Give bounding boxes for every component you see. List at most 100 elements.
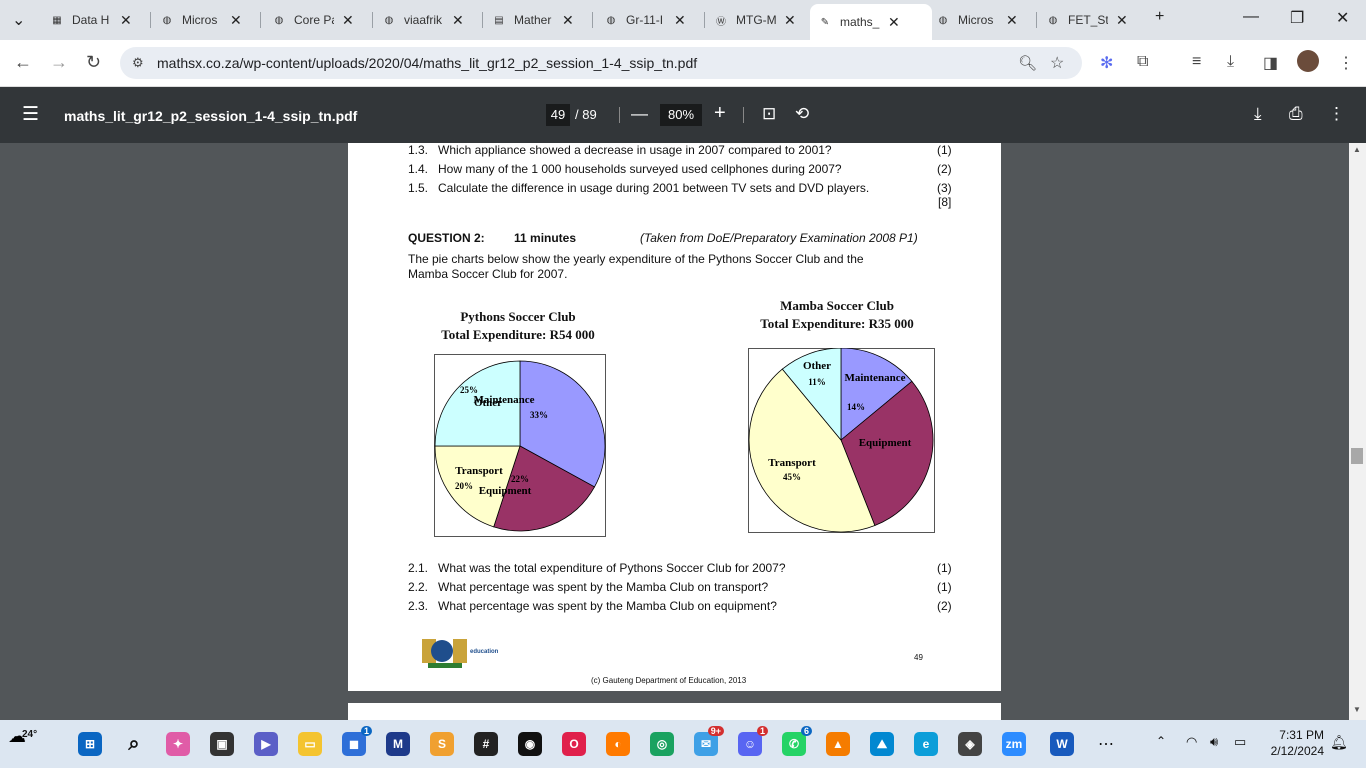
globe-icon: ◍ [162,14,172,26]
zoom-in-icon[interactable]: + [714,102,726,125]
bookmark-star-icon[interactable]: ☆ [1050,53,1064,73]
question-mark: (2) [937,599,952,613]
tab-close-icon[interactable]: ✕ [230,12,242,29]
battery-icon[interactable]: ▭ [1234,734,1246,750]
new-tab-icon[interactable]: + [1155,8,1164,26]
forward-icon[interactable]: → [50,52,68,73]
opera-icon[interactable]: O [562,732,586,756]
restore-icon[interactable]: ❐ [1290,8,1304,28]
taskbar-overflow-icon[interactable]: ⋯ [1098,734,1114,754]
rotate-icon[interactable]: ⟲ [795,104,809,124]
minimize-icon[interactable]: — [1243,8,1259,26]
app-ring-icon[interactable]: ◈ [958,732,982,756]
tab-2[interactable]: ◍ Micros ✕ [160,6,242,34]
tab-close-icon[interactable]: ✕ [888,14,900,31]
tab-close-icon[interactable]: ✕ [120,12,132,29]
copilot-icon[interactable]: ✦ [166,732,190,756]
tab-label: MTG-M [736,13,776,27]
pdf-icon: ✎ [820,16,830,28]
page-number-input[interactable]: 49 [546,104,570,126]
app-s-icon[interactable]: S [430,732,454,756]
scroll-up-icon[interactable]: ▲ [1353,145,1361,154]
tab-close-icon[interactable]: ✕ [784,12,796,29]
tab-8[interactable]: ✎ maths_ ✕ [810,4,932,40]
start-button[interactable]: ⊞ [78,732,102,756]
zoom-out-icon[interactable]: — [631,104,648,124]
mamba-pie-chart: Maintenance 14% Equipment Transport 45% Other… [748,348,935,533]
word-icon[interactable]: W [1050,732,1074,756]
app-slack-icon[interactable]: # [474,732,498,756]
tab-close-icon[interactable]: ✕ [562,12,574,29]
pdf-scrollbar[interactable]: ▲ ▼ [1349,143,1366,720]
extensions-icon[interactable]: ⧉ [1137,53,1148,71]
pie-label-equipment: Equipment [479,485,532,497]
whatsapp-icon[interactable]: ✆ 6 [782,726,812,756]
tab-7[interactable]: Ⓦ MTG-M ✕ [714,6,796,34]
pythons-pie-chart: Maintenance33%Equipment22%Transport20%Ot… [434,354,606,537]
tab-close-icon[interactable]: ✕ [674,12,686,29]
wifi-icon[interactable]: ◠ [1186,734,1197,750]
app-m-icon[interactable]: M [386,732,410,756]
globe-icon: ◍ [384,14,394,26]
tab-4[interactable]: ◍ viaafrik ✕ [382,6,464,34]
scroll-down-icon[interactable]: ▼ [1353,705,1361,714]
tab-close-icon[interactable]: ✕ [1006,12,1018,29]
tab-separator [482,12,483,28]
side-panel-icon[interactable]: ◨ [1263,53,1278,73]
profile-avatar[interactable] [1297,50,1319,72]
chrome-menu-icon[interactable]: ⋮ [1338,53,1354,73]
tab-close-icon[interactable]: ✕ [1116,12,1128,29]
photos-icon[interactable]: ⛰ [870,732,894,756]
system-clock[interactable]: 7:31 PM 2/12/2024 [1262,728,1324,758]
tab-6[interactable]: ◍ Gr-11-I ✕ [604,6,686,34]
volume-icon[interactable]: 🔊︎ [1210,734,1218,750]
reading-list-icon[interactable]: ≡ [1192,53,1201,71]
site-info-icon[interactable]: ⚙ [132,55,144,71]
tab-separator [260,12,261,28]
print-icon[interactable]: ⎙ [1289,104,1303,124]
url-text[interactable]: mathsx.co.za/wp-content/uploads/2020/04/… [157,55,697,71]
page-total: / 89 [575,107,597,122]
clock-time: 7:31 PM [1279,728,1324,742]
pdf-download-icon[interactable]: ⤓ [1254,104,1262,124]
teams-icon[interactable]: ▶ [254,732,278,756]
zoom-input[interactable]: 80% [660,104,702,126]
firefox-icon[interactable]: ◐ [606,732,630,756]
github-icon[interactable]: ◉ [518,732,542,756]
tab-3[interactable]: ◍ Core Pa ✕ [272,6,354,34]
store-icon[interactable]: ◼ 1 [342,726,372,756]
chrome-icon[interactable]: ◎ [650,732,674,756]
discord-icon[interactable]: ☺ 1 [738,726,768,756]
file-explorer-icon[interactable]: ▭ [298,732,322,756]
fit-page-icon[interactable]: ⊡ [762,104,776,124]
tab-label: Mather [514,13,552,27]
tab-search-icon[interactable]: ⌄ [12,10,25,30]
tray-chevron-icon[interactable]: ⌃ [1156,734,1166,748]
logo-text: education [470,649,499,655]
vlc-icon[interactable]: ▲ [826,732,850,756]
reload-icon[interactable]: ↻ [86,52,101,73]
pdf-more-icon[interactable]: ⋮ [1328,104,1345,124]
tab-9[interactable]: ◍ Micros ✕ [936,6,1018,34]
extension-puzzle-gemini-icon[interactable]: ✻ [1100,53,1113,73]
tab-1[interactable]: ▦ Data H ✕ [50,6,132,34]
tab-close-icon[interactable]: ✕ [452,12,464,29]
address-bar[interactable]: ⚙ mathsx.co.za/wp-content/uploads/2020/0… [120,47,1082,79]
zoom-icon[interactable]: 🔍︎ [1018,54,1037,72]
close-window-icon[interactable]: ✕ [1336,8,1349,28]
pdf-menu-icon[interactable]: ☰ [22,103,39,126]
taskbar-search-icon[interactable]: ⌕ [122,732,146,756]
scrollbar-thumb[interactable] [1351,448,1363,464]
tab-label: Micros [182,13,218,27]
notification-bell-icon[interactable]: 🔔︎ [1330,734,1348,751]
task-view-icon[interactable]: ▣ [210,732,234,756]
back-icon[interactable]: ← [14,52,32,73]
edge-icon[interactable]: e [914,732,938,756]
tab-close-icon[interactable]: ✕ [342,12,354,29]
downloads-icon[interactable]: ⤓ [1227,53,1234,71]
pie-value-equipment: 22% [511,474,529,484]
app-bird-icon[interactable]: ✉ 9+ [694,726,724,756]
zoom-app-icon[interactable]: zm [1002,732,1026,756]
tab-5[interactable]: ▤ Mather ✕ [492,6,574,34]
tab-10[interactable]: ◍ FET_Stu ✕ [1046,6,1128,34]
